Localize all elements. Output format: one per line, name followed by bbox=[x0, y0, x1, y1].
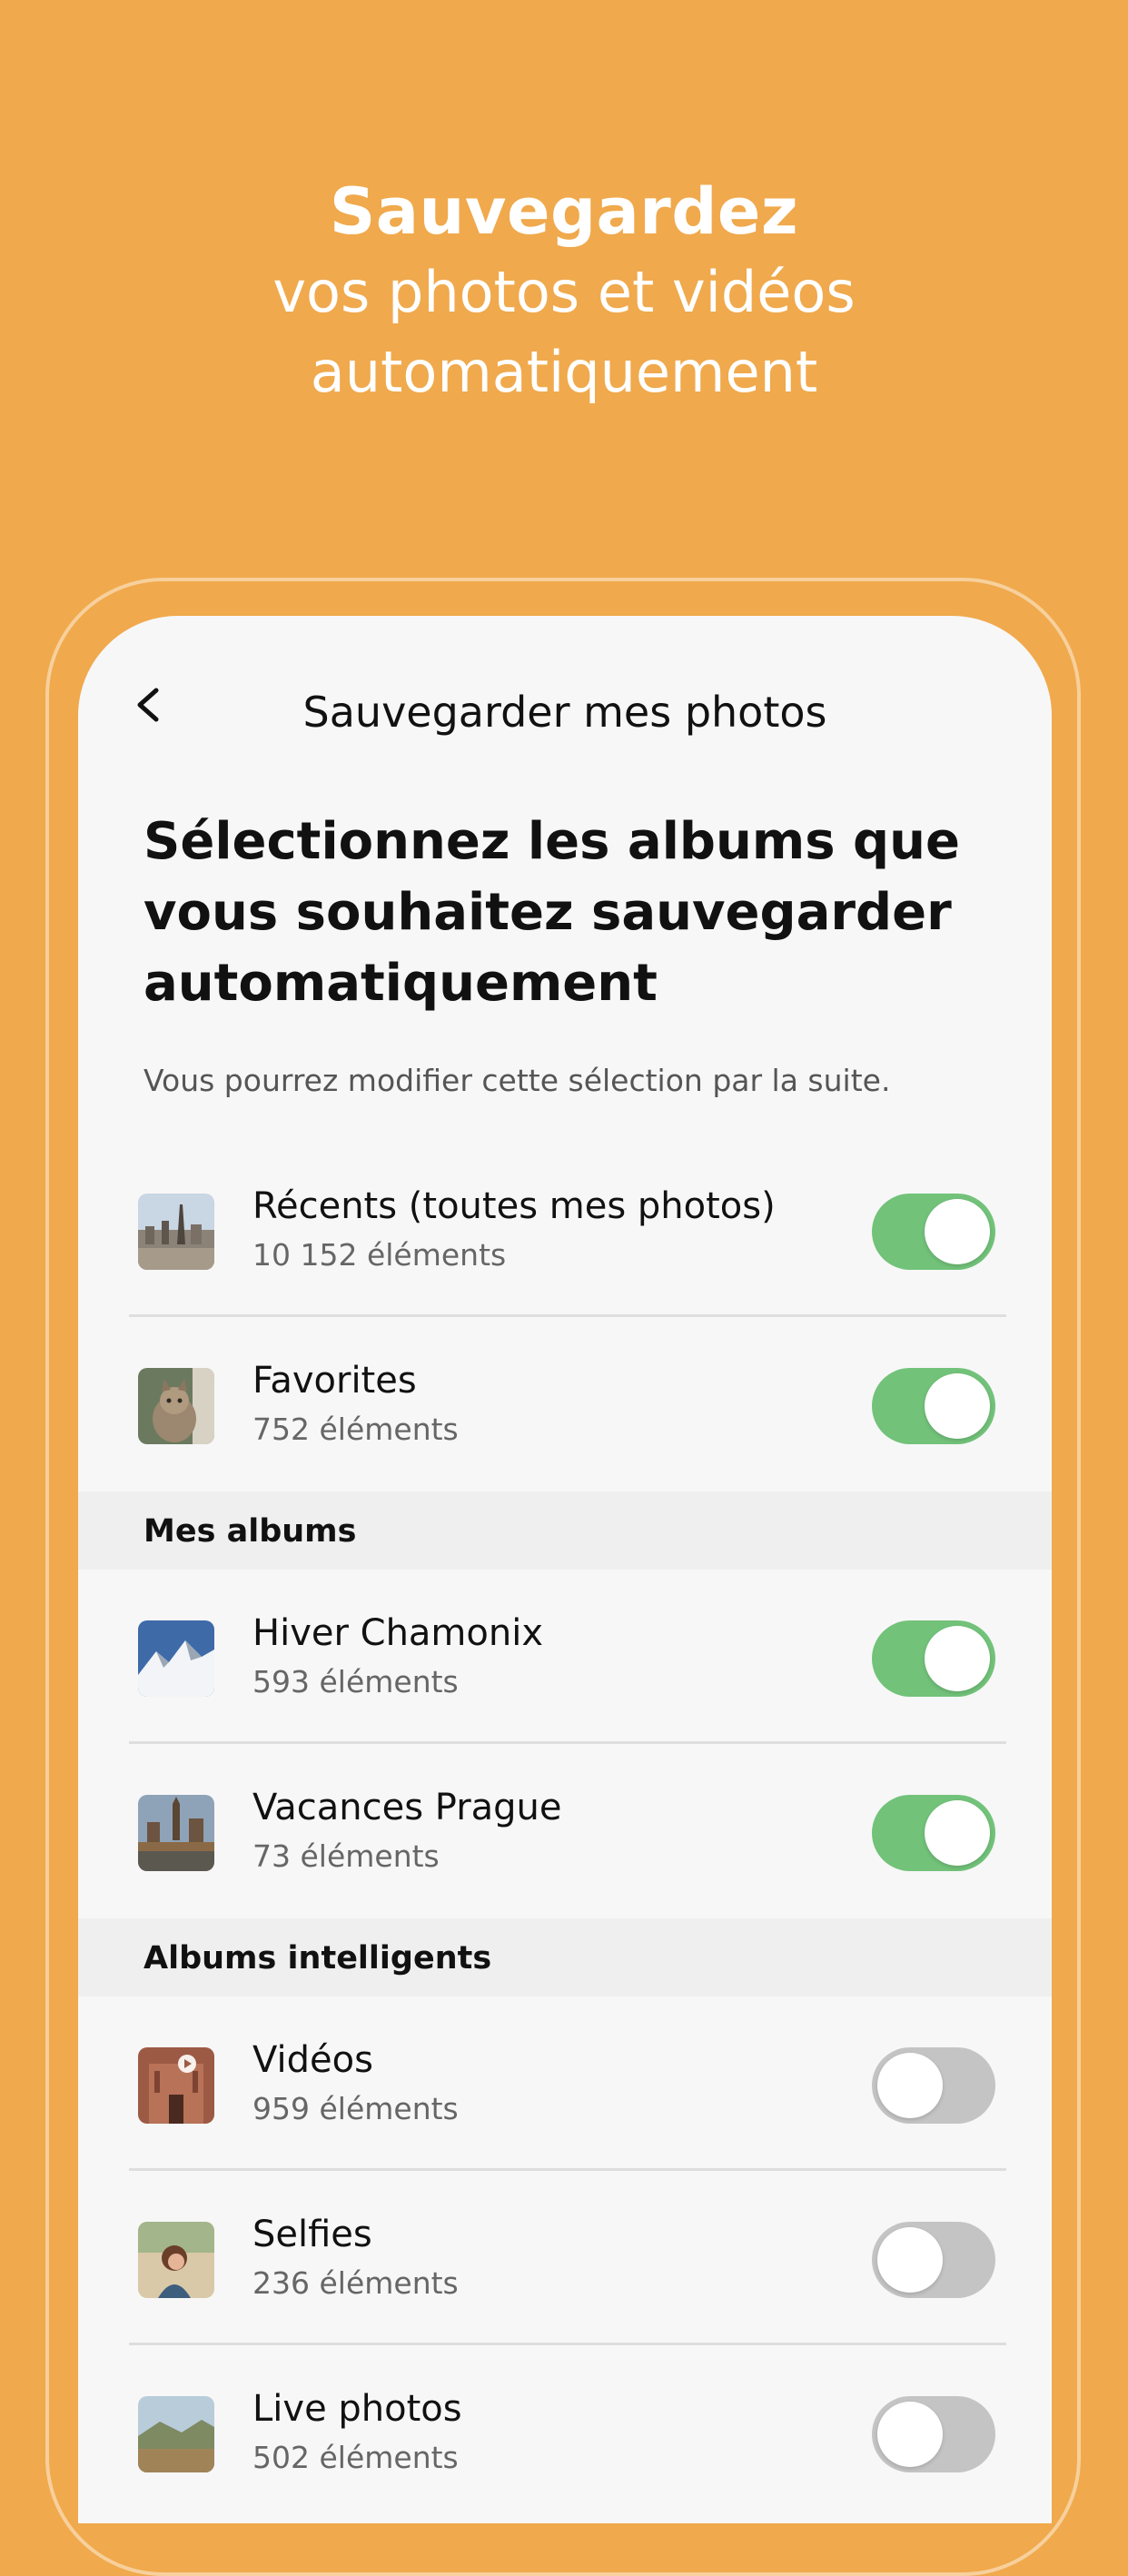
album-count: 73 éléments bbox=[252, 1838, 440, 1874]
album-thumbnail-cat bbox=[138, 1368, 214, 1444]
page-subtitle: Vous pourrez modifier cette sélection pa… bbox=[143, 1063, 891, 1098]
toggle-knob bbox=[925, 1199, 990, 1264]
album-thumbnail-landscape bbox=[138, 2396, 214, 2472]
album-count: 959 éléments bbox=[252, 2091, 459, 2126]
album-row-selfies[interactable]: Selfies 236 éléments bbox=[78, 2171, 1052, 2345]
album-title: Favorites bbox=[252, 1360, 417, 1402]
toggle-knob bbox=[877, 2053, 943, 2118]
album-row-favorites[interactable]: Favorites 752 éléments bbox=[78, 1317, 1052, 1491]
album-count: 10 152 éléments bbox=[252, 1237, 507, 1273]
album-row-live-photos[interactable]: Live photos 502 éléments bbox=[78, 2345, 1052, 2520]
album-thumbnail-selfie bbox=[138, 2222, 214, 2298]
backup-toggle[interactable] bbox=[872, 1368, 995, 1444]
album-title: Vidéos bbox=[252, 2039, 373, 2081]
album-count: 593 éléments bbox=[252, 1664, 459, 1699]
backup-toggle[interactable] bbox=[872, 2047, 995, 2124]
album-thumbnail-prague bbox=[138, 1795, 214, 1871]
toggle-knob bbox=[925, 1373, 990, 1439]
album-thumbnail-mountains bbox=[138, 1620, 214, 1697]
hero-subtitle-line1: vos photos et vidéos bbox=[272, 259, 856, 325]
hero-subtitle-line2: automatiquement bbox=[310, 339, 818, 405]
section-header-smart-albums: Albums intelligents bbox=[78, 1918, 1052, 1996]
album-row-recents[interactable]: Récents (toutes mes photos) 10 152 éléme… bbox=[78, 1143, 1052, 1317]
album-title: Selfies bbox=[252, 2214, 372, 2255]
album-title: Hiver Chamonix bbox=[252, 1612, 543, 1654]
backup-toggle[interactable] bbox=[872, 1194, 995, 1270]
backup-toggle[interactable] bbox=[872, 2396, 995, 2472]
album-row-videos[interactable]: Vidéos 959 éléments bbox=[78, 1996, 1052, 2171]
section-header-my-albums: Mes albums bbox=[78, 1491, 1052, 1570]
nav-title: Sauvegarder mes photos bbox=[302, 688, 827, 737]
album-thumbnail-city bbox=[138, 1194, 214, 1270]
page-heading: Sélectionnez les albums que vous souhait… bbox=[143, 812, 960, 1013]
hero: Sauvegardez vos photos et vidéos automat… bbox=[0, 171, 1128, 412]
backup-toggle[interactable] bbox=[872, 1620, 995, 1697]
navigation-bar: Sauvegarder mes photos bbox=[78, 616, 1052, 752]
toggle-knob bbox=[925, 1626, 990, 1691]
album-title: Vacances Prague bbox=[252, 1787, 562, 1828]
album-title: Récents (toutes mes photos) bbox=[252, 1185, 776, 1227]
album-list: Récents (toutes mes photos) 10 152 éléme… bbox=[78, 1143, 1052, 2520]
toggle-knob bbox=[925, 1800, 990, 1866]
album-thumbnail-petra bbox=[138, 2047, 214, 2124]
album-count: 752 éléments bbox=[252, 1412, 459, 1447]
section-title: Mes albums bbox=[143, 1513, 357, 1550]
album-count: 236 éléments bbox=[252, 2265, 459, 2301]
backup-toggle[interactable] bbox=[872, 2222, 995, 2298]
section-title: Albums intelligents bbox=[143, 1940, 492, 1977]
album-row-vacances-prague[interactable]: Vacances Prague 73 éléments bbox=[78, 1744, 1052, 1918]
toggle-knob bbox=[877, 2227, 943, 2293]
backup-toggle[interactable] bbox=[872, 1795, 995, 1871]
hero-title: Sauvegardez bbox=[329, 174, 799, 249]
album-row-hiver-chamonix[interactable]: Hiver Chamonix 593 éléments bbox=[78, 1570, 1052, 1744]
album-count: 502 éléments bbox=[252, 2440, 459, 2475]
album-title: Live photos bbox=[252, 2388, 462, 2430]
phone-screen: Sauvegarder mes photos Sélectionnez les … bbox=[78, 616, 1052, 2523]
toggle-knob bbox=[877, 2402, 943, 2467]
